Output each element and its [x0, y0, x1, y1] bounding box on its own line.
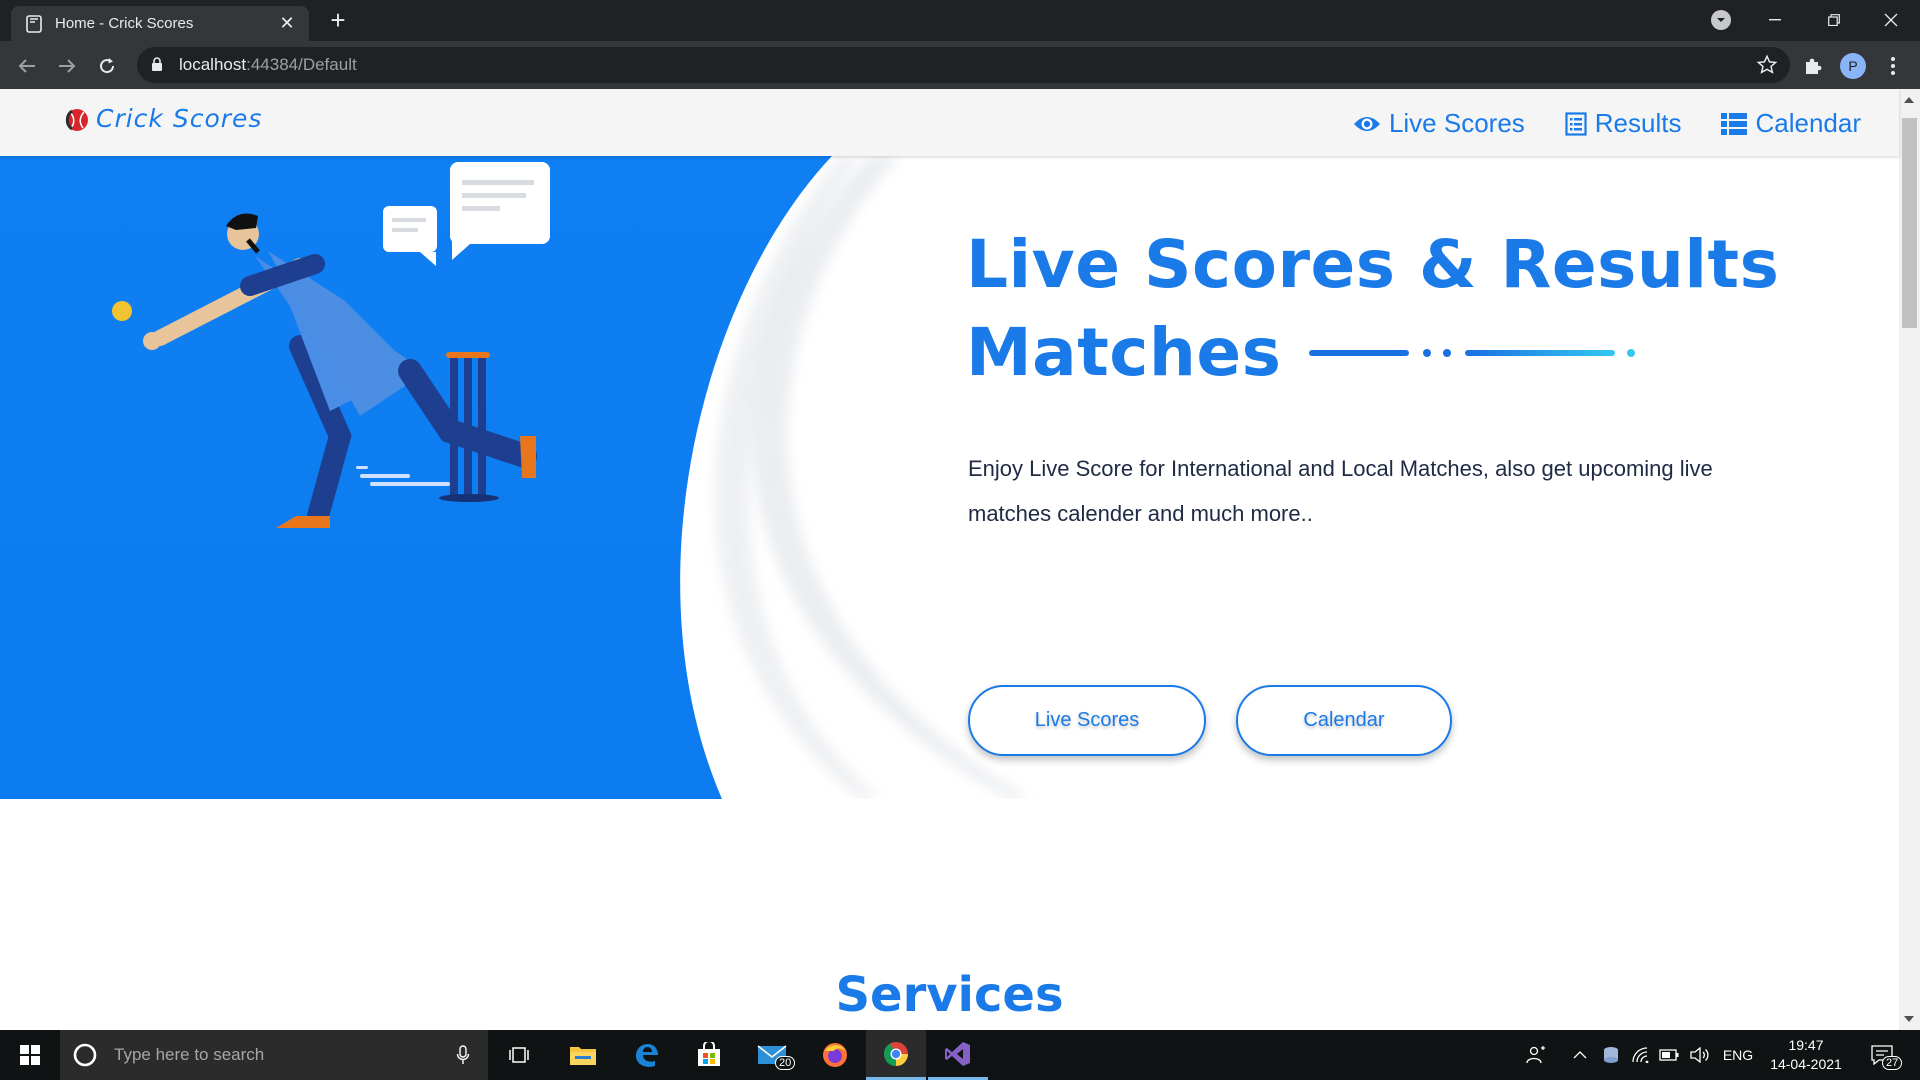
browser-tab[interactable]: Home - Crick Scores ✕	[11, 6, 309, 41]
nav-calendar-label: Calendar	[1755, 108, 1861, 138]
taskbar-search-placeholder: Type here to search	[114, 1045, 265, 1064]
back-button[interactable]	[11, 50, 43, 82]
battery-icon[interactable]	[1656, 1030, 1682, 1080]
hero-description: Enjoy Live Score for International and L…	[968, 456, 1713, 526]
site-header: Crick Scores Live Scores Results Calenda…	[0, 89, 1899, 156]
page-favicon-icon	[25, 14, 43, 33]
windows-taskbar: Type here to search 20 ENG 19:47 14-04-2…	[0, 1030, 1920, 1080]
nav-calendar[interactable]: Calendar	[1721, 108, 1861, 139]
browser-toolbar: localhost:44384/Default P	[0, 41, 1920, 89]
taskbar-clock[interactable]: 19:47 14-04-2021	[1764, 1036, 1848, 1074]
start-button[interactable]	[0, 1030, 60, 1080]
table-list-icon	[1721, 112, 1748, 135]
file-explorer-icon[interactable]	[553, 1030, 613, 1080]
visual-studio-icon[interactable]	[928, 1030, 988, 1080]
close-window-button[interactable]	[1868, 0, 1914, 40]
reload-button[interactable]	[91, 50, 123, 82]
minimize-button[interactable]	[1752, 0, 1798, 40]
nav-live-scores-label: Live Scores	[1388, 108, 1525, 138]
mail-icon[interactable]: 20	[742, 1030, 802, 1080]
page-viewport: Crick Scores Live Scores Results Calenda…	[0, 89, 1920, 1030]
scroll-thumb[interactable]	[1902, 118, 1917, 328]
page-scrollbar[interactable]	[1899, 89, 1920, 1030]
edge-legacy-icon[interactable]	[616, 1030, 676, 1080]
extensions-puzzle-icon[interactable]	[1797, 50, 1829, 82]
address-bar[interactable]: localhost:44384/Default	[137, 47, 1790, 83]
profile-avatar[interactable]: P	[1837, 50, 1869, 82]
tab-title: Home - Crick Scores	[55, 15, 194, 32]
logo-text: Crick Scores	[96, 104, 263, 133]
clock-date: 14-04-2021	[1770, 1056, 1842, 1072]
tab-search-icon[interactable]	[1711, 10, 1731, 30]
volume-icon[interactable]	[1686, 1030, 1714, 1080]
bookmark-star-icon[interactable]	[1756, 54, 1778, 76]
onedrive-sync-icon[interactable]	[1598, 1030, 1624, 1080]
microsoft-store-icon[interactable]	[679, 1030, 739, 1080]
url-host: localhost	[179, 55, 247, 74]
lock-icon[interactable]	[151, 57, 165, 73]
hero-title-line1: Live Scores & Results	[966, 226, 1780, 303]
scroll-down-arrow-icon[interactable]	[1904, 1016, 1914, 1022]
site-logo[interactable]: Crick Scores	[64, 104, 262, 133]
eye-icon	[1353, 116, 1380, 131]
people-icon[interactable]	[1520, 1030, 1552, 1080]
live-scores-button[interactable]: Live Scores	[968, 685, 1206, 756]
new-tab-button[interactable]: +	[324, 7, 352, 35]
calendar-button[interactable]: Calendar	[1236, 685, 1452, 756]
url-path: :44384/Default	[246, 55, 357, 74]
wifi-icon[interactable]	[1628, 1030, 1654, 1080]
taskbar-search-box[interactable]: Type here to search	[60, 1030, 488, 1080]
main-nav: Live Scores Results Calendar	[1353, 108, 1861, 139]
input-language-indicator[interactable]: ENG	[1718, 1030, 1758, 1080]
windows-logo-icon	[20, 1045, 40, 1065]
mail-badge: 20	[775, 1056, 796, 1070]
chrome-icon[interactable]	[866, 1030, 926, 1080]
microphone-icon[interactable]	[456, 1045, 470, 1065]
firefox-icon[interactable]	[805, 1030, 865, 1080]
cricket-ball-logo-icon	[65, 108, 88, 131]
services-heading: Services	[835, 967, 1064, 1023]
cortana-circle-icon	[73, 1043, 97, 1067]
browser-menu-icon[interactable]	[1877, 50, 1909, 82]
browser-tabbar: Home - Crick Scores ✕ +	[0, 0, 1920, 41]
clock-time: 19:47	[1788, 1037, 1824, 1053]
notifications-icon[interactable]: 27	[1862, 1030, 1903, 1080]
restore-button[interactable]	[1811, 0, 1857, 40]
task-view-icon[interactable]	[490, 1030, 550, 1080]
scroll-up-arrow-icon[interactable]	[1904, 97, 1914, 103]
hero-title-line2-row: Matches	[966, 309, 1779, 397]
hero-section: Live Scores & Results Matches Enjoy Live…	[0, 156, 1899, 799]
nav-results[interactable]: Results	[1565, 108, 1682, 139]
hero-title: Live Scores & Results Matches	[966, 221, 1779, 397]
show-hidden-icons-chevron-icon[interactable]	[1568, 1030, 1592, 1080]
nav-results-label: Results	[1594, 108, 1682, 138]
decorative-dash-divider	[1309, 349, 1636, 357]
notifications-badge: 27	[1882, 1056, 1903, 1070]
forward-button[interactable]	[51, 50, 83, 82]
nav-live-scores[interactable]: Live Scores	[1353, 108, 1525, 139]
tab-close-icon[interactable]: ✕	[273, 13, 301, 34]
list-alt-icon	[1565, 111, 1587, 136]
hero-title-line2: Matches	[966, 314, 1282, 391]
